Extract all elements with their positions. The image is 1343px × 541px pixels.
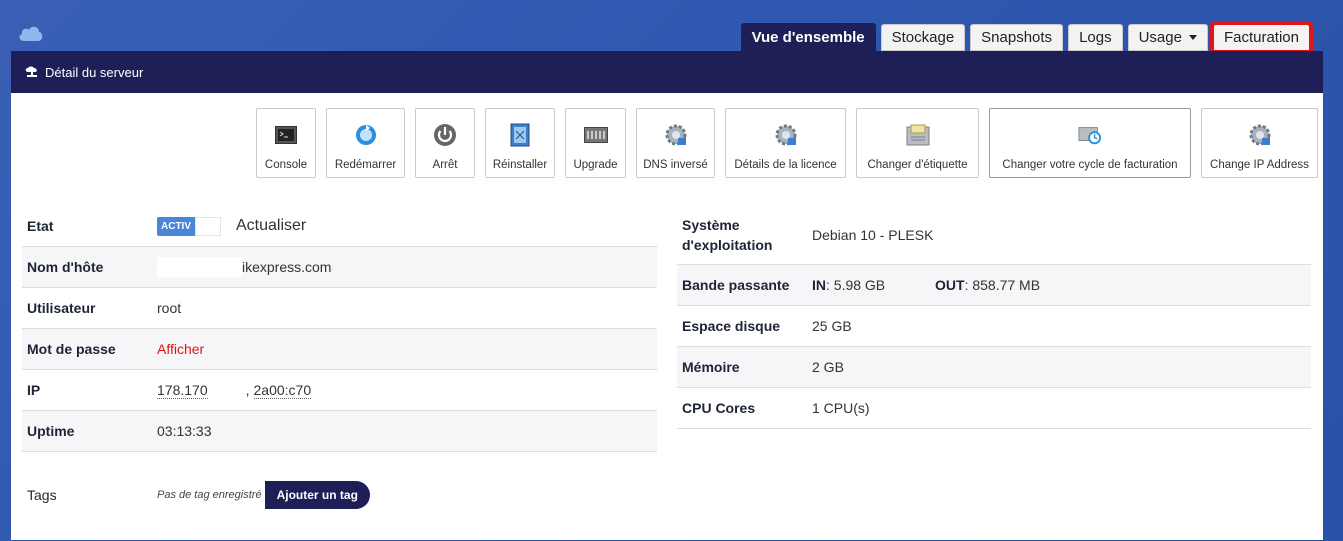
memory-row: Mémoire 2 GB	[677, 347, 1311, 388]
user-label: Utilisateur	[27, 300, 96, 316]
tab-storage[interactable]: Stockage	[880, 24, 966, 51]
server-detail-panel: Détail du serveur Console Redémarrer Arr…	[11, 51, 1323, 540]
billing-cycle-icon	[1078, 123, 1102, 147]
panel-title: Détail du serveur	[45, 64, 144, 80]
status-row: Etat ACTIV Actualiser	[22, 206, 657, 247]
console-button[interactable]: Console	[256, 108, 316, 178]
server-info-right: Système d'exploitation Debian 10 - PLESK…	[677, 206, 1311, 429]
tags-section: Tags Pas de tag enregistré Ajouter un ta…	[27, 481, 370, 509]
action-toolbar: Console Redémarrer Arrêt Réinstaller Upg…	[256, 108, 1318, 178]
tab-usage-label: Usage	[1138, 29, 1182, 46]
cpu-label: CPU Cores	[682, 400, 756, 416]
ip-label: IP	[27, 382, 41, 398]
disk-value: 25 GB	[812, 318, 852, 334]
status-badge-text: ACTIV	[157, 216, 195, 236]
console-label: Console	[264, 159, 308, 171]
cloud-logo-icon	[19, 26, 43, 41]
tab-bar: Vue d'ensemble Stockage Snapshots Logs U…	[740, 21, 1314, 54]
reinstall-label: Réinstaller	[492, 159, 548, 171]
upgrade-button[interactable]: Upgrade	[565, 108, 626, 178]
license-details-button[interactable]: Détails de la licence	[725, 108, 846, 178]
add-tag-button[interactable]: Ajouter un tag	[264, 481, 370, 509]
server-cloud-icon	[25, 66, 37, 77]
ipv6-value[interactable]: 2a00:c70	[253, 382, 312, 399]
gear-icon	[664, 123, 688, 147]
tags-empty-text: Pas de tag enregistré	[157, 489, 262, 501]
user-value: root	[157, 300, 182, 316]
change-billing-cycle-label: Changer votre cycle de facturation	[1002, 159, 1178, 171]
bandwidth-in-value: : 5.98 GB	[826, 277, 886, 293]
uptime-label: Uptime	[27, 423, 75, 439]
shutdown-label: Arrêt	[432, 159, 458, 171]
license-details-label: Détails de la licence	[734, 159, 837, 171]
show-password-link[interactable]: Afficher	[157, 341, 204, 357]
tab-billing[interactable]: Facturation	[1209, 21, 1314, 54]
os-row: Système d'exploitation Debian 10 - PLESK	[677, 206, 1311, 265]
hostname-label: Nom d'hôte	[27, 259, 104, 275]
bandwidth-label: Bande passante	[682, 277, 790, 293]
power-icon	[433, 123, 457, 147]
restart-button[interactable]: Redémarrer	[326, 108, 405, 178]
reverse-dns-label: DNS inversé	[643, 159, 708, 171]
tab-snapshots[interactable]: Snapshots	[970, 24, 1064, 51]
change-ip-button[interactable]: Change IP Address	[1201, 108, 1318, 178]
restart-icon	[354, 123, 378, 147]
bandwidth-out-label: OUT	[935, 277, 965, 293]
bandwidth-in-label: IN	[812, 277, 826, 293]
bandwidth-row: Bande passante IN : 5.98 GB OUT : 858.77…	[677, 265, 1311, 306]
status-label: Etat	[27, 218, 54, 234]
caret-down-icon	[1188, 35, 1197, 40]
tags-label: Tags	[27, 487, 57, 503]
bandwidth-out-value: : 858.77 MB	[964, 277, 1041, 293]
refresh-link[interactable]: Actualiser	[236, 217, 306, 235]
status-badge: ACTIV	[157, 216, 221, 236]
hostname-row: Nom d'hôte ikexpress.com	[22, 247, 657, 288]
tab-logs[interactable]: Logs	[1068, 24, 1123, 51]
console-icon	[274, 123, 298, 147]
gear-icon	[774, 123, 798, 147]
uptime-value: 03:13:33	[157, 423, 212, 439]
ip-separator: ,	[245, 382, 250, 398]
disk-row: Espace disque 25 GB	[677, 306, 1311, 347]
ip-row: IP 178.170 , 2a00:c70	[22, 370, 657, 411]
user-row: Utilisateur root	[22, 288, 657, 329]
hostname-mask	[157, 257, 242, 277]
memory-value: 2 GB	[812, 359, 844, 375]
status-badge-blank	[195, 216, 221, 236]
gear-icon	[1248, 123, 1272, 147]
cpu-row: CPU Cores 1 CPU(s)	[677, 388, 1311, 429]
password-label: Mot de passe	[27, 341, 116, 357]
disk-label: Espace disque	[682, 318, 781, 334]
hostname-value: ikexpress.com	[242, 259, 332, 275]
password-row: Mot de passe Afficher	[22, 329, 657, 370]
upgrade-label: Upgrade	[573, 159, 618, 171]
ipv4-value[interactable]: 178.170	[157, 382, 208, 399]
reinstall-button[interactable]: Réinstaller	[485, 108, 555, 178]
upgrade-icon	[583, 123, 608, 147]
change-billing-cycle-button[interactable]: Changer votre cycle de facturation	[989, 108, 1191, 178]
server-info-left: Etat ACTIV Actualiser Nom d'hôte ikexpre…	[22, 206, 657, 452]
tab-overview[interactable]: Vue d'ensemble	[740, 23, 876, 51]
panel-header: Détail du serveur	[11, 51, 1323, 93]
memory-label: Mémoire	[682, 359, 740, 375]
label-icon	[906, 123, 930, 147]
tab-usage[interactable]: Usage	[1127, 24, 1208, 51]
os-label: Système d'exploitation	[682, 217, 773, 253]
shutdown-button[interactable]: Arrêt	[415, 108, 475, 178]
reinstall-icon	[508, 123, 532, 147]
ipv4-mask	[207, 380, 246, 400]
restart-label: Redémarrer	[334, 159, 397, 171]
os-value: Debian 10 - PLESK	[812, 227, 934, 243]
change-label-button[interactable]: Changer d'étiquette	[856, 108, 979, 178]
reverse-dns-button[interactable]: DNS inversé	[636, 108, 715, 178]
change-ip-label: Change IP Address	[1210, 159, 1309, 171]
ipv6-mask	[311, 372, 436, 408]
cpu-value: 1 CPU(s)	[812, 400, 870, 416]
uptime-row: Uptime 03:13:33	[22, 411, 657, 452]
change-label-label: Changer d'étiquette	[867, 159, 968, 171]
